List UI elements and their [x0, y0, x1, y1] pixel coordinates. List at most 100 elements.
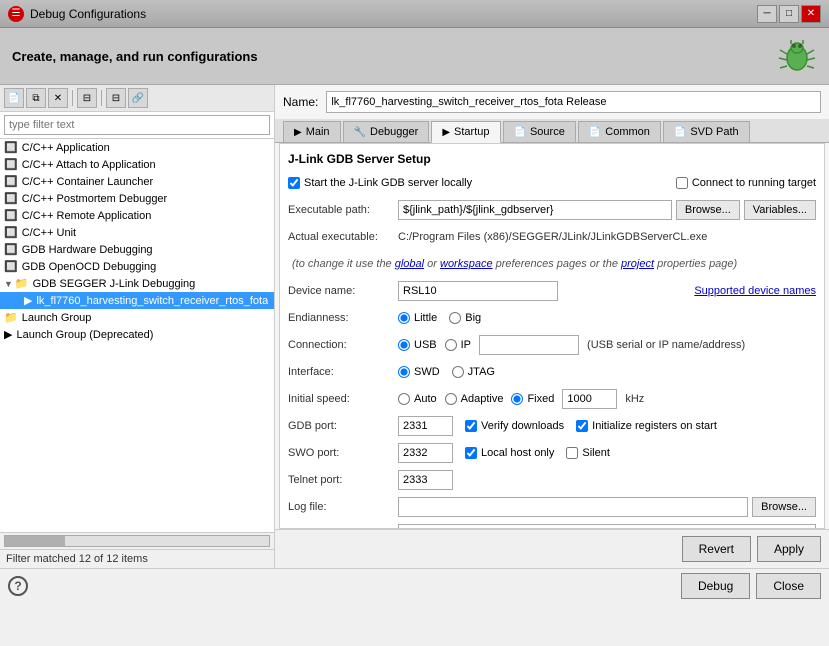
tab-startup[interactable]: ▶ Startup: [431, 121, 500, 143]
gdb-port-input[interactable]: [398, 416, 453, 436]
start-server-checkbox-label: Start the J-Link GDB server locally: [288, 177, 472, 189]
collapse-all-button[interactable]: ⊟: [106, 88, 126, 108]
fixed-speed-text: Fixed: [527, 393, 554, 405]
jtag-radio[interactable]: [452, 366, 464, 378]
link-button[interactable]: 🔗: [128, 88, 148, 108]
tab-debugger[interactable]: 🔧 Debugger: [343, 121, 430, 142]
startup-tab-label: Startup: [454, 126, 489, 138]
little-endian-text: Little: [414, 312, 437, 324]
connect-running-checkbox[interactable]: [676, 177, 688, 189]
adaptive-speed-text: Adaptive: [461, 393, 504, 405]
bug-icon: [777, 36, 817, 76]
left-panel: 📄 ⧉ ✕ ⊟ ⊟ 🔗 🔲 C/C++ Application 🔲 C/C++ …: [0, 85, 275, 568]
tree-item-launch-group[interactable]: 📁 Launch Group: [0, 309, 274, 326]
start-server-checkbox[interactable]: [288, 177, 300, 189]
workspace-link[interactable]: workspace: [440, 258, 493, 270]
log-file-browse-button[interactable]: Browse...: [752, 497, 816, 517]
maximize-button[interactable]: □: [779, 5, 799, 23]
endianness-control: Little Big: [398, 312, 816, 324]
device-name-input[interactable]: [398, 281, 558, 301]
left-hscrollbar[interactable]: [4, 535, 270, 547]
gdb-openocd-label: GDB OpenOCD Debugging: [22, 261, 157, 273]
tree-item-cpp-postmortem[interactable]: 🔲 C/C++ Postmortem Debugger: [0, 190, 274, 207]
tree-item-cpp-unit[interactable]: 🔲 C/C++ Unit: [0, 224, 274, 241]
duplicate-button[interactable]: ⧉: [26, 88, 46, 108]
telnet-port-row: Telnet port:: [288, 469, 816, 491]
telnet-port-input[interactable]: [398, 470, 453, 490]
tab-common[interactable]: 📄 Common: [578, 121, 661, 142]
toolbar-sep1: [72, 90, 73, 106]
left-status: Filter matched 12 of 12 items: [0, 549, 274, 568]
verify-downloads-checkbox[interactable]: [465, 420, 477, 432]
interface-label: Interface:: [288, 366, 398, 378]
delete-button[interactable]: ✕: [48, 88, 68, 108]
big-endian-radio[interactable]: [449, 312, 461, 324]
little-endian-radio[interactable]: [398, 312, 410, 324]
tree-item-gdb-openocd[interactable]: 🔲 GDB OpenOCD Debugging: [0, 258, 274, 275]
ip-text: IP: [461, 339, 471, 351]
exec-path-vars-button[interactable]: Variables...: [744, 200, 816, 220]
tab-svd-path[interactable]: 📄 SVD Path: [663, 121, 750, 142]
log-file-label: Log file:: [288, 501, 398, 513]
help-button[interactable]: ?: [8, 576, 28, 596]
adaptive-speed-label: Adaptive: [445, 393, 504, 405]
supported-devices-link[interactable]: Supported device names: [694, 285, 816, 297]
close-window-button[interactable]: Close: [756, 573, 821, 599]
project-link[interactable]: project: [621, 258, 654, 270]
close-button[interactable]: ✕: [801, 5, 821, 23]
auto-speed-radio[interactable]: [398, 393, 410, 405]
segger-child-icon: ▶: [24, 294, 32, 307]
filter-button[interactable]: ⊟: [77, 88, 97, 108]
tree-item-cpp-attach[interactable]: 🔲 C/C++ Attach to Application: [0, 156, 274, 173]
left-scrollbar-area: [0, 532, 274, 549]
debugger-tab-icon: 🔧: [354, 127, 366, 138]
device-name-control: Supported device names: [398, 281, 816, 301]
start-server-label: Start the J-Link GDB server locally: [304, 177, 472, 189]
silent-checkbox[interactable]: [566, 447, 578, 459]
apply-button[interactable]: Apply: [757, 536, 821, 562]
minimize-button[interactable]: ─: [757, 5, 777, 23]
cpp-attach-icon: 🔲: [4, 158, 18, 171]
swo-port-input[interactable]: [398, 443, 453, 463]
cpp-postmortem-icon: 🔲: [4, 192, 18, 205]
global-link[interactable]: global: [395, 258, 424, 270]
device-name-label: Device name:: [288, 285, 398, 297]
revert-button[interactable]: Revert: [682, 536, 751, 562]
config-name-input[interactable]: [326, 91, 821, 113]
swd-radio[interactable]: [398, 366, 410, 378]
init-registers-checkbox[interactable]: [576, 420, 588, 432]
footer-right: Debug Close: [681, 573, 821, 599]
tree-item-gdb-segger[interactable]: ▼ 📁 GDB SEGGER J-Link Debugging: [0, 275, 274, 292]
speed-unit: kHz: [625, 393, 644, 405]
local-host-checkbox[interactable]: [465, 447, 477, 459]
tree-item-launch-group-dep[interactable]: ▶ Launch Group (Deprecated): [0, 326, 274, 343]
log-file-input[interactable]: [398, 497, 748, 517]
config-tree: 🔲 C/C++ Application 🔲 C/C++ Attach to Ap…: [0, 139, 274, 532]
toolbar-sep2: [101, 90, 102, 106]
tab-source[interactable]: 📄 Source: [503, 121, 576, 142]
tree-item-cpp-remote[interactable]: 🔲 C/C++ Remote Application: [0, 207, 274, 224]
tab-main[interactable]: ▶ Main: [283, 121, 341, 142]
adaptive-speed-radio[interactable]: [445, 393, 457, 405]
cpp-container-label: C/C++ Container Launcher: [22, 176, 153, 188]
tree-item-segger-child[interactable]: ▶ lk_fl7760_harvesting_switch_receiver_r…: [0, 292, 274, 309]
ip-value-input[interactable]: [479, 335, 579, 355]
svd-tab-label: SVD Path: [690, 126, 738, 138]
debug-button[interactable]: Debug: [681, 573, 750, 599]
filter-input[interactable]: [4, 115, 270, 135]
exec-path-input[interactable]: [398, 200, 672, 220]
new-config-button[interactable]: 📄: [4, 88, 24, 108]
tree-item-gdb-hw[interactable]: 🔲 GDB Hardware Debugging: [0, 241, 274, 258]
exec-path-browse-button[interactable]: Browse...: [676, 200, 740, 220]
tree-item-cpp-app[interactable]: 🔲 C/C++ Application: [0, 139, 274, 156]
tree-item-cpp-container[interactable]: 🔲 C/C++ Container Launcher: [0, 173, 274, 190]
hint-row: (to change it use the global or workspac…: [288, 253, 816, 275]
hscrollbar-thumb: [5, 536, 65, 546]
ip-radio[interactable]: [445, 339, 457, 351]
cpp-unit-label: C/C++ Unit: [22, 227, 76, 239]
usb-radio[interactable]: [398, 339, 410, 351]
fixed-speed-radio[interactable]: [511, 393, 523, 405]
speed-value-input[interactable]: [562, 389, 617, 409]
footer-left: ?: [8, 576, 28, 596]
swo-port-control: Local host only Silent: [398, 443, 816, 463]
